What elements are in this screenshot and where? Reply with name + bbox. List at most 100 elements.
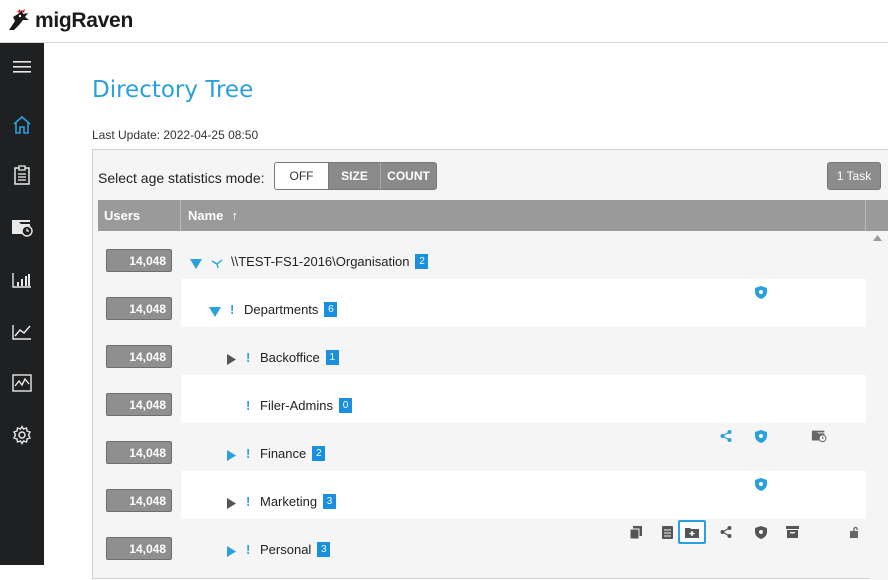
users-count-badge: 14,048: [106, 297, 172, 320]
subfolder-count-badge: 0: [338, 398, 352, 413]
task-button[interactable]: 1 Task: [827, 162, 881, 190]
new-folder-button[interactable]: [678, 520, 706, 544]
folder-name[interactable]: Filer-Admins: [260, 398, 333, 413]
age-mode-label: Select age statistics mode:: [98, 170, 265, 186]
last-update-text: Last Update: 2022-04-25 08:50: [92, 128, 259, 142]
hamburger-icon: [13, 61, 31, 73]
menu-button[interactable]: [0, 49, 44, 85]
users-count-badge: 14,048: [106, 441, 172, 464]
column-header-name[interactable]: Name ↑: [182, 200, 866, 231]
scroll-up-icon[interactable]: [873, 235, 882, 241]
sidebar-item-settings[interactable]: [0, 417, 44, 453]
shield-icon[interactable]: [753, 428, 769, 444]
shield-icon[interactable]: [753, 476, 769, 492]
name-cell: ! Departments 6: [207, 279, 338, 327]
warning-mark: !: [246, 494, 251, 509]
copy-icon[interactable]: [628, 524, 644, 540]
archive-icon[interactable]: [784, 524, 800, 540]
age-mode-size-button[interactable]: SIZE: [329, 163, 381, 189]
users-cell: 14,048: [98, 519, 181, 567]
bar-chart-icon: [12, 273, 31, 288]
warning-mark: !: [230, 302, 235, 317]
directory-tree-panel: Select age statistics mode: OFF SIZE COU…: [92, 149, 888, 580]
table-row[interactable]: 14,048 ! Personal 3: [98, 519, 866, 567]
expand-toggle[interactable]: [188, 259, 204, 269]
top-bar: migRaven: [0, 0, 888, 43]
table-row[interactable]: 14,048 ! Filer-Admins 0: [98, 375, 866, 423]
sidebar-item-reports[interactable]: [0, 157, 44, 193]
subfolder-count-badge: 3: [317, 542, 331, 557]
expand-toggle[interactable]: [223, 354, 239, 365]
expand-toggle[interactable]: [223, 450, 239, 461]
triangle-down-icon: [190, 259, 202, 269]
subfolder-count-badge: 1: [325, 350, 339, 365]
name-cell: ! Marketing 3: [223, 471, 337, 519]
name-cell: ! Backoffice 1: [223, 327, 339, 375]
sidebar-item-age[interactable]: [0, 210, 44, 246]
sidebar-item-trends[interactable]: [0, 314, 44, 350]
vertical-scrollbar[interactable]: [869, 231, 888, 580]
triangle-right-icon: [226, 450, 236, 461]
tree-table-body: 14,048 \\TEST-FS1-2016\Organisation 2 14…: [98, 231, 866, 580]
share-icon[interactable]: [718, 428, 734, 444]
table-row[interactable]: 14,048 \\TEST-FS1-2016\Organisation 2: [98, 231, 866, 279]
table-row[interactable]: 14,048 ! Marketing 3: [98, 471, 866, 519]
column-header-users[interactable]: Users: [98, 200, 181, 231]
folder-name[interactable]: Marketing: [260, 494, 317, 509]
warning-mark: !: [246, 350, 251, 365]
shield-icon[interactable]: [753, 284, 769, 300]
table-row[interactable]: 14,048 ! Departments 6: [98, 279, 866, 327]
users-cell: 14,048: [98, 471, 181, 519]
age-mode-toggle: OFF SIZE COUNT: [274, 162, 437, 190]
warning-mark: !: [246, 542, 251, 557]
share-root-icon: [211, 259, 223, 269]
folder-name[interactable]: Finance: [260, 446, 306, 461]
folder-plus-icon: [685, 527, 699, 538]
subfolder-count-badge: 3: [323, 494, 337, 509]
sidebar-item-statistics[interactable]: [0, 262, 44, 298]
users-count-badge: 14,048: [106, 393, 172, 416]
subfolder-count-badge: 2: [415, 254, 429, 269]
folder-name[interactable]: Departments: [244, 302, 318, 317]
warning-mark: !: [246, 446, 251, 461]
age-mode-count-button[interactable]: COUNT: [381, 163, 436, 189]
sort-ascending-icon: ↑: [231, 208, 238, 223]
main-content: Directory Tree Last Update: 2022-04-25 0…: [44, 43, 888, 580]
users-cell: 14,048: [98, 327, 181, 375]
document-icon[interactable]: [659, 524, 675, 540]
share-icon[interactable]: [718, 524, 734, 540]
triangle-down-icon: [209, 307, 221, 317]
triangle-right-icon: [226, 354, 236, 365]
folder-name[interactable]: Backoffice: [260, 350, 320, 365]
users-count-badge: 14,048: [106, 489, 172, 512]
subfolder-count-badge: 2: [312, 446, 326, 461]
name-cell: \\TEST-FS1-2016\Organisation 2: [188, 231, 429, 279]
table-row[interactable]: 14,048 ! Finance 2: [98, 423, 866, 471]
app-logo[interactable]: migRaven: [6, 8, 133, 34]
age-mode-off-button[interactable]: OFF: [275, 163, 329, 189]
sidebar: [0, 43, 44, 565]
expand-toggle[interactable]: [207, 307, 223, 317]
sidebar-item-monitoring[interactable]: [0, 365, 44, 401]
expand-toggle[interactable]: [223, 546, 239, 557]
folder-name[interactable]: Personal: [260, 542, 311, 557]
expand-toggle[interactable]: [223, 498, 239, 509]
users-cell: 14,048: [98, 423, 181, 471]
raven-logo-icon: [9, 9, 29, 30]
name-cell: ! Filer-Admins 0: [246, 375, 352, 423]
app-name: migRaven: [35, 9, 133, 32]
subfolder-count-badge: 6: [324, 302, 338, 317]
home-icon: [13, 115, 31, 134]
folder-name[interactable]: \\TEST-FS1-2016\Organisation: [231, 254, 409, 269]
triangle-right-icon: [226, 498, 236, 509]
unlock-icon[interactable]: [846, 524, 862, 540]
users-cell: 14,048: [98, 279, 181, 327]
gear-icon: [13, 425, 31, 445]
name-cell: ! Finance 2: [223, 423, 326, 471]
folder-clock-icon[interactable]: [811, 428, 827, 444]
sidebar-item-home[interactable]: [0, 107, 44, 143]
activity-chart-icon: [12, 374, 32, 392]
name-cell: ! Personal 3: [223, 519, 331, 567]
shield-icon[interactable]: [753, 524, 769, 540]
table-row[interactable]: 14,048 ! Backoffice 1: [98, 327, 866, 375]
